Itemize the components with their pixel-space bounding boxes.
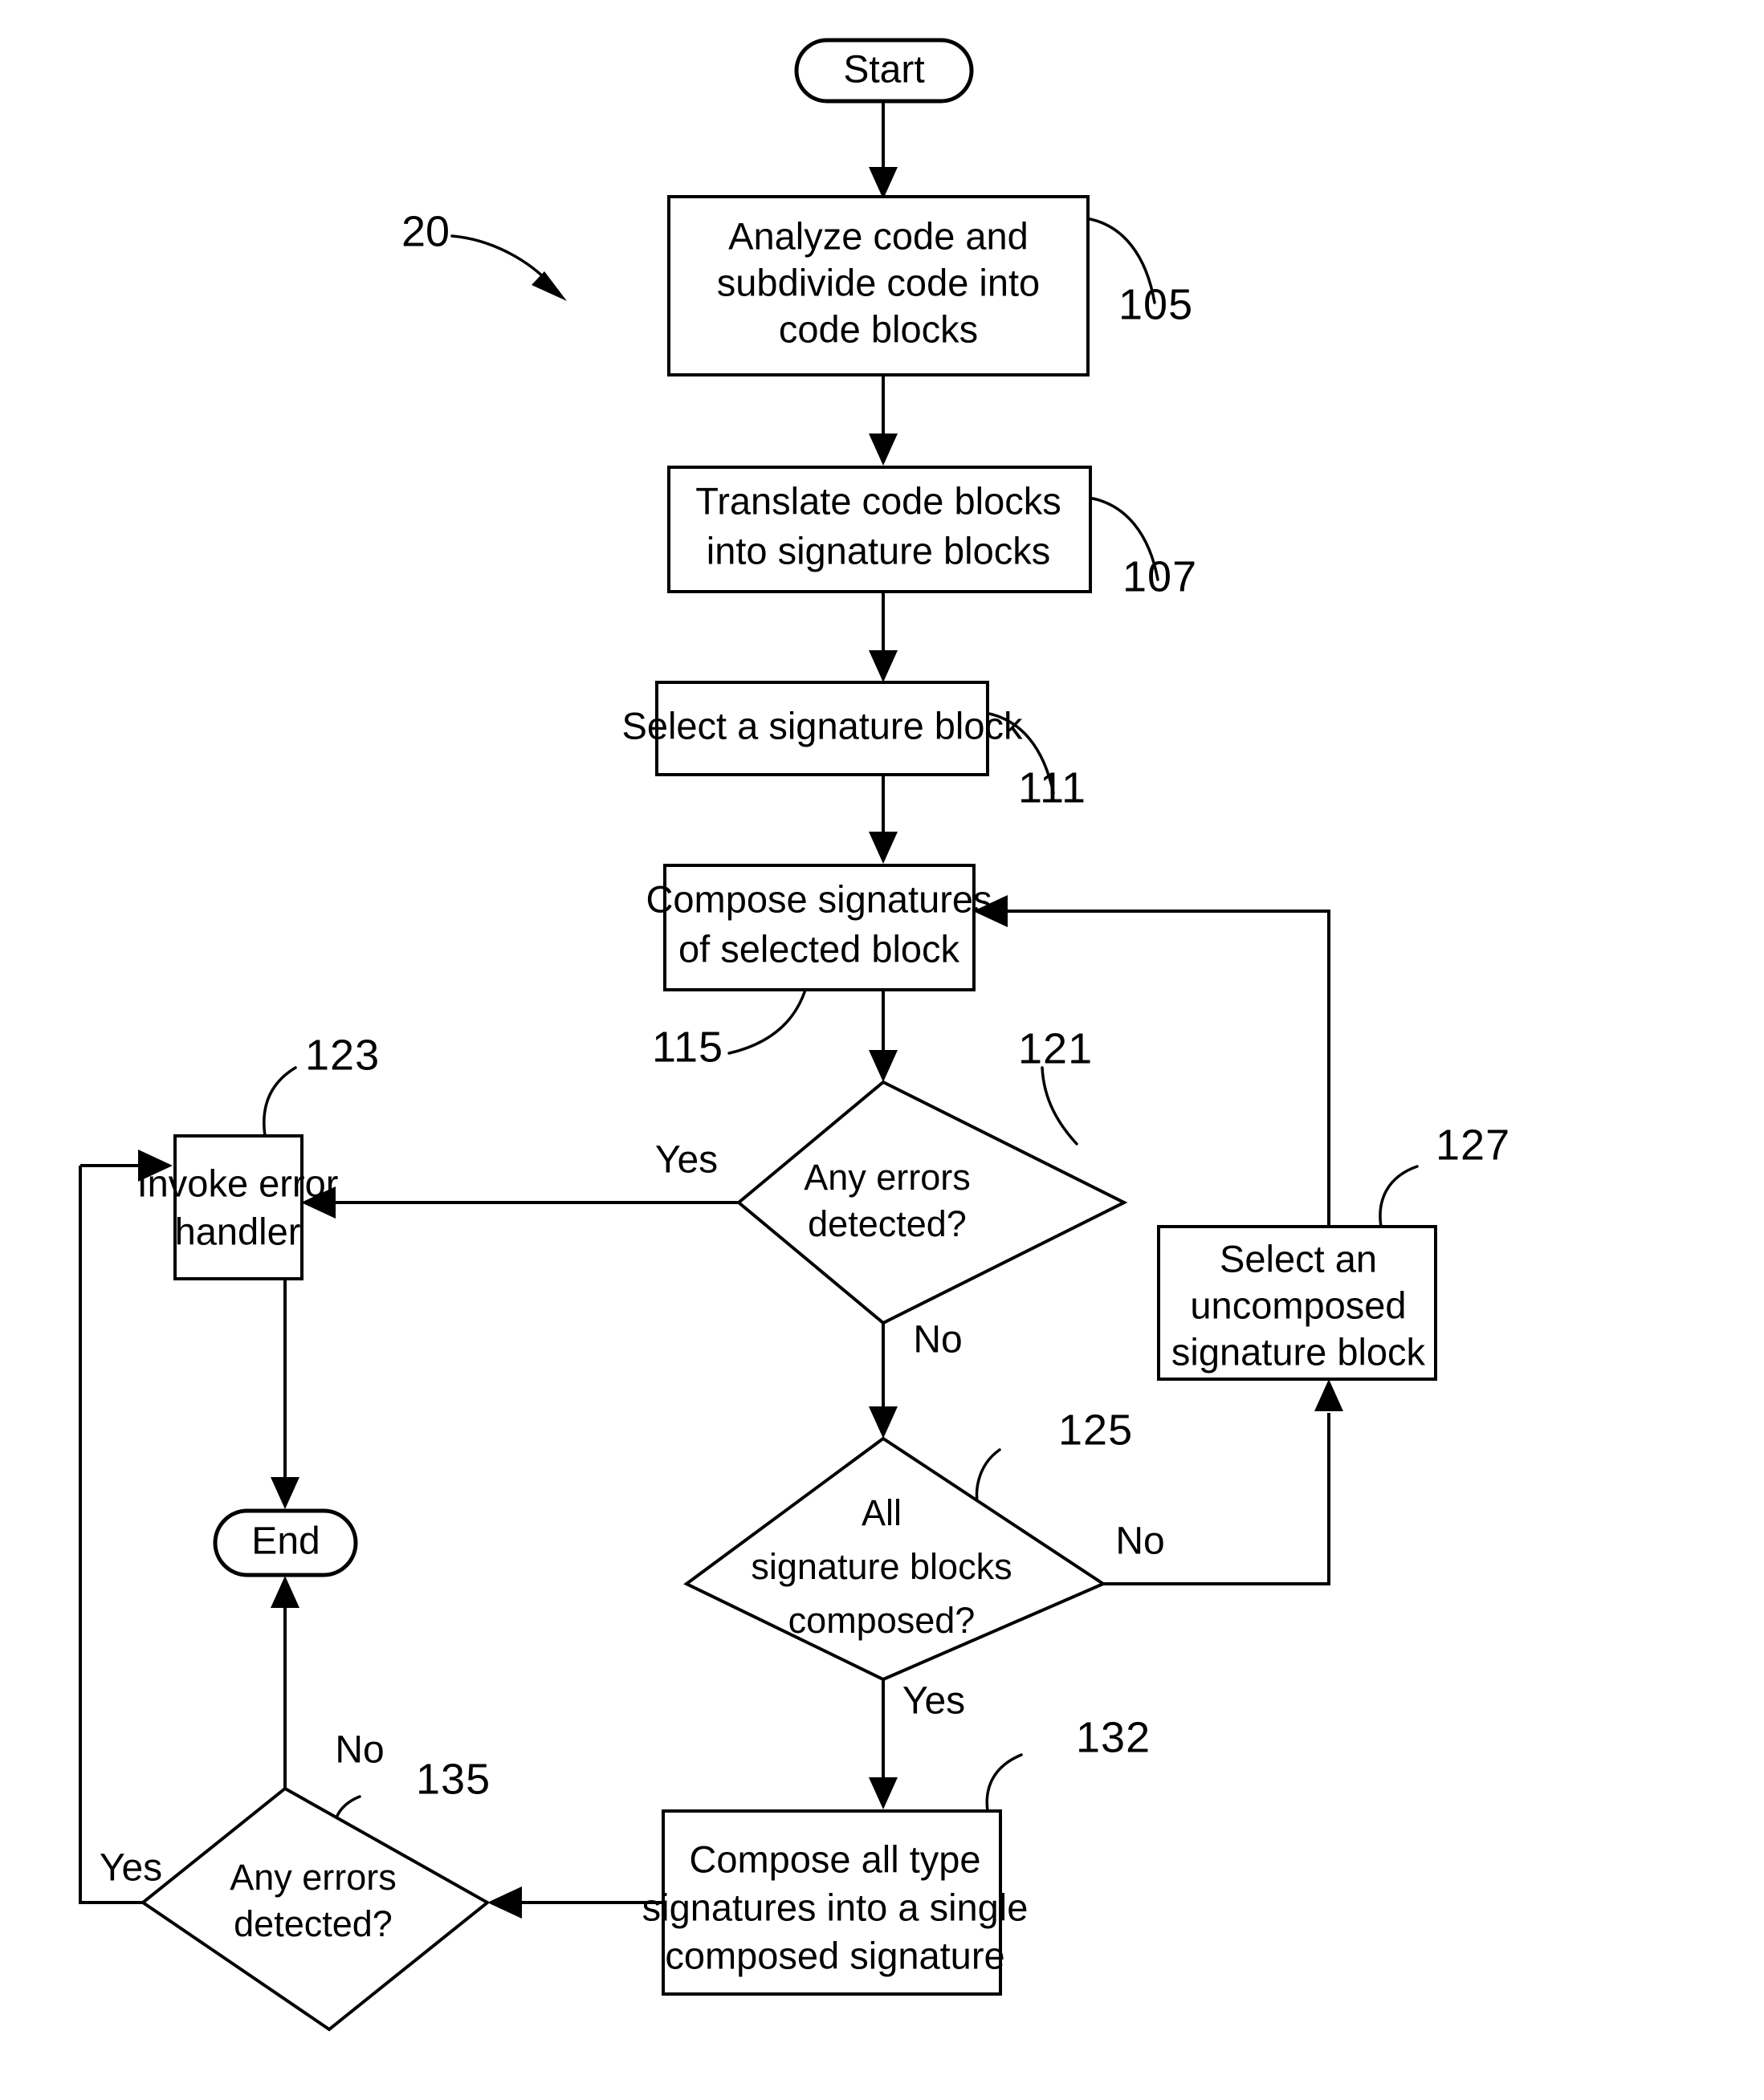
flowchart-figure: Start Analyze code and subdivide code in… (0, 0, 1764, 2100)
ref-number-115: 115 (652, 1023, 723, 1071)
ref-number-135: 135 (416, 1755, 491, 1803)
step-105-line3: code blocks (779, 307, 978, 350)
branch-label-135-yes: Yes (100, 1847, 162, 1890)
end-label: End (251, 1520, 320, 1563)
ref-number-121: 121 (1018, 1024, 1093, 1072)
decision-135-line1: Any errors (230, 1857, 397, 1898)
decision-125-line3: composed? (788, 1600, 976, 1641)
ref-number-125: 125 (1058, 1406, 1133, 1454)
step-115-line2: of selected block (678, 927, 960, 970)
ref-number-105: 105 (1118, 280, 1193, 328)
connector-115-to-121 (869, 989, 898, 1082)
connector-111-to-115 (869, 774, 898, 864)
decision-121-line1: Any errors (804, 1157, 971, 1198)
leader-127 (1379, 1165, 1419, 1228)
branch-label-125-yes: Yes (902, 1680, 965, 1723)
ref-number-132: 132 (1076, 1713, 1151, 1761)
connector-135-no-to-end (271, 1576, 299, 1789)
connector-121-no-to-125 (869, 1323, 898, 1439)
flowchart-canvas: Start Analyze code and subdivide code in… (79, 38, 1510, 2032)
step-123-line1: Invoke error (137, 1162, 339, 1204)
leader-123 (263, 1066, 297, 1138)
step-132-line3: composed signature (665, 1934, 1004, 1976)
step-107-line2: into signature blocks (707, 529, 1050, 572)
step-105-line1: Analyze code and (728, 214, 1029, 257)
branch-label-121-yes: Yes (655, 1139, 718, 1182)
branch-label-135-no: No (335, 1729, 384, 1772)
decision-135-line2: detected? (234, 1903, 393, 1944)
step-123-line2: handler (175, 1210, 301, 1252)
step-132-line1: Compose all type (689, 1838, 980, 1880)
connector-121-yes-to-123 (301, 1186, 739, 1219)
step-127-line3: signature block (1171, 1330, 1426, 1373)
branch-label-125-no: No (1115, 1520, 1164, 1563)
connector-132-to-135 (487, 1886, 663, 1919)
ref-number-107: 107 (1122, 552, 1197, 600)
ref-number-123: 123 (305, 1031, 380, 1079)
step-105-line2: subdivide code into (717, 261, 1040, 303)
decision-125-line2: signature blocks (751, 1546, 1012, 1587)
ref-number-127: 127 (1436, 1121, 1510, 1169)
step-132-line2: signatures into a single (642, 1886, 1029, 1928)
connector-123-to-end (271, 1278, 299, 1509)
figure-label-group (450, 234, 567, 301)
leader-121 (1041, 1066, 1078, 1146)
decision-121-line2: detected? (808, 1203, 967, 1244)
node-step-123[interactable] (173, 1134, 304, 1280)
connector-125-yes-to-132 (869, 1679, 898, 1809)
connector-107-to-111 (869, 591, 898, 682)
start-label: Start (843, 49, 924, 92)
figure-number-label: 20 (401, 207, 450, 255)
step-111-line1: Select a signature block (621, 704, 1023, 747)
connector-105-to-107 (869, 374, 898, 466)
decision-125-line1: All (862, 1492, 902, 1533)
step-107-line1: Translate code blocks (695, 479, 1061, 522)
step-127-line2: uncomposed (1190, 1284, 1406, 1326)
leader-132 (985, 1753, 1023, 1813)
step-115-line1: Compose signatures (646, 877, 992, 920)
step-127-line1: Select an (1220, 1237, 1377, 1280)
ref-number-111: 111 (1018, 763, 1086, 812)
branch-label-121-no: No (913, 1319, 962, 1361)
leader-115 (727, 988, 807, 1055)
connector-start-to-105 (869, 101, 898, 199)
connector-135-yes-to-123 (79, 1150, 173, 1904)
